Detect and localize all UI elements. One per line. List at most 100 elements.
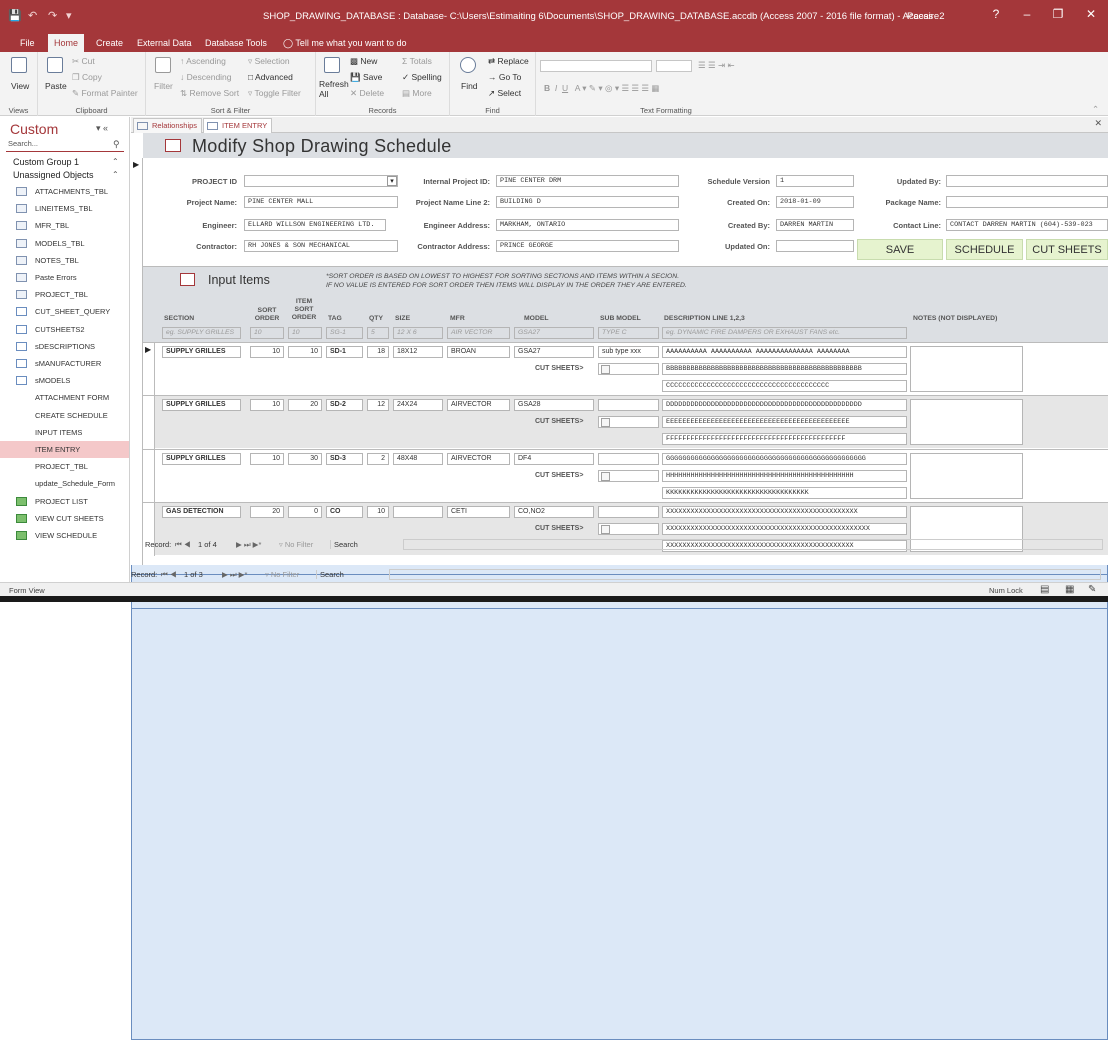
description-line-2[interactable]: EEEEEEEEEEEEEEEEEEEEEEEEEEEEEEEEEEEEEEEE… — [662, 416, 907, 429]
field-sub-model[interactable]: sub type xxx — [598, 346, 659, 358]
tab-create[interactable]: Create — [90, 34, 129, 52]
row-selector[interactable] — [143, 449, 155, 503]
notes-field[interactable] — [910, 399, 1023, 446]
tab-relationships[interactable]: Relationships — [133, 118, 203, 133]
field-item-sort[interactable]: 20 — [288, 399, 322, 412]
field-tag[interactable]: CO — [326, 505, 363, 518]
descending-button[interactable]: ↓ Descending — [180, 72, 232, 82]
field-model[interactable]: DF4 — [514, 452, 594, 465]
cut-sheets-attachment[interactable] — [598, 469, 659, 482]
subform-no-filter[interactable]: ▿ No Filter — [279, 540, 313, 549]
copy-button[interactable]: ❐ Copy — [72, 72, 102, 83]
select-button[interactable]: ↗ Select — [488, 88, 521, 99]
field-tag[interactable]: SD-1 — [326, 346, 363, 358]
totals-button[interactable]: Σ Totals — [402, 56, 432, 66]
font-name-box[interactable] — [540, 60, 652, 72]
updated-on-field[interactable] — [776, 240, 854, 252]
maximize-button[interactable]: ❐ — [1050, 7, 1066, 21]
selection-button[interactable]: ▿ Selection — [248, 56, 290, 67]
filter-button[interactable]: Filter — [154, 81, 173, 91]
created-by-field[interactable]: DARREN MARTIN — [776, 219, 854, 231]
nav-menu-icon[interactable]: ▾ « — [96, 123, 108, 134]
dropdown-arrow-icon[interactable]: ▾ — [387, 176, 397, 186]
field-model[interactable]: GSA27 — [514, 346, 594, 358]
nav-item[interactable]: ATTACHMENT FORM — [0, 389, 1108, 955]
font-size-box[interactable] — [656, 60, 692, 72]
nav-group-unassigned[interactable]: Unassigned Objects — [13, 170, 94, 180]
collapse-icon-2[interactable]: ⌃ — [112, 170, 119, 179]
notes-field[interactable] — [910, 346, 1023, 392]
updated-by-field[interactable] — [946, 175, 1108, 187]
nav-item[interactable]: CUTSHEETS2 — [0, 321, 129, 338]
nav-item[interactable]: sDESCRIPTIONS — [0, 338, 129, 355]
description-line-1[interactable]: AAAAAAAAAA AAAAAAAAAA AAAAAAAAAAAAAA AAA… — [662, 346, 907, 358]
nav-item[interactable]: ATTACHMENTS_TBL — [0, 183, 129, 200]
field-section[interactable]: GAS DETECTION — [162, 505, 241, 518]
description-line-1[interactable]: DDDDDDDDDDDDDDDDDDDDDDDDDDDDDDDDDDDDDDDD… — [662, 399, 907, 412]
more-button[interactable]: ▤ More — [402, 88, 432, 99]
description-line-1[interactable]: XXXXXXXXXXXXXXXXXXXXXXXXXXXXXXXXXXXXXXXX… — [662, 505, 907, 518]
format-painter-button[interactable]: ✎ Format Painter — [72, 88, 138, 99]
nav-item[interactable]: VIEW SCHEDULE — [0, 527, 129, 544]
contractor-address-field[interactable]: PRINCE GEORGE — [496, 240, 679, 252]
advanced-button[interactable]: □ Advanced — [248, 72, 293, 82]
field-size[interactable] — [393, 505, 443, 518]
help-button[interactable]: ? — [988, 7, 1004, 21]
nav-item[interactable]: sMODELS — [0, 372, 129, 389]
field-sort[interactable]: 10 — [250, 346, 284, 358]
list-buttons[interactable]: ☰ ☰ ⇥ ⇤ — [698, 60, 735, 71]
ascending-button[interactable]: ↑ Ascending — [180, 56, 226, 66]
nav-item[interactable]: MFR_TBL — [0, 217, 129, 234]
main-record-pos[interactable]: 1 of 3 — [184, 570, 203, 579]
main-search-box[interactable]: Search — [316, 570, 368, 579]
schedule-button[interactable]: SCHEDULE — [946, 239, 1023, 260]
nav-item[interactable]: ITEM ENTRY — [0, 441, 1108, 1006]
view-button[interactable]: View — [11, 81, 29, 91]
field-sort[interactable]: 10 — [250, 452, 284, 465]
description-line-2[interactable]: BBBBBBBBBBBBBBBBBBBBBBBBBBBBBBBBBBBBBBBB… — [662, 363, 907, 375]
subform-record-pos[interactable]: 1 of 4 — [198, 540, 217, 549]
cut-sheets-attachment[interactable] — [598, 522, 659, 535]
save-record-button[interactable]: 💾 Save — [350, 72, 382, 83]
nav-item[interactable]: Paste Errors — [0, 269, 129, 286]
design-view-icon[interactable]: ✎ — [1088, 584, 1096, 595]
refresh-all-button[interactable]: Refresh All — [319, 79, 349, 99]
main-no-filter[interactable]: ▿ No Filter — [265, 570, 299, 579]
delete-button[interactable]: ✕ Delete — [350, 88, 384, 99]
nav-item[interactable]: sMANUFACTURER — [0, 355, 129, 372]
nav-item[interactable]: update_Schedule_Form — [0, 475, 1108, 1040]
cut-sheets-attachment[interactable] — [598, 363, 659, 375]
close-tab-icon[interactable]: ✕ — [1094, 118, 1102, 129]
minimize-button[interactable]: – — [1019, 7, 1035, 21]
row-selector[interactable]: ▶ — [143, 343, 155, 396]
cut-button[interactable]: ✂ Cut — [72, 56, 95, 67]
collapse-icon[interactable]: ⌃ — [112, 157, 119, 166]
nav-item[interactable]: VIEW CUT SHEETS — [0, 510, 129, 527]
spelling-button[interactable]: ✓ Spelling — [402, 72, 442, 83]
new-button[interactable]: ▩ New — [350, 56, 377, 67]
description-line-2[interactable]: XXXXXXXXXXXXXXXXXXXXXXXXXXXXXXXXXXXXXXXX… — [662, 522, 907, 535]
description-line-3[interactable]: KKKKKKKKKKKKKKKKKKKKKKKKKKKKKKKKKKK — [662, 486, 907, 499]
notes-field[interactable] — [910, 452, 1023, 499]
description-line-3[interactable]: CCCCCCCCCCCCCCCCCCCCCCCCCCCCCCCCCCCCCCCC — [662, 380, 907, 392]
tell-me-box[interactable]: ◯ Tell me what you want to do — [277, 34, 412, 52]
description-line-3[interactable]: FFFFFFFFFFFFFFFFFFFFFFFFFFFFFFFFFFFFFFFF… — [662, 433, 907, 446]
tab-item-entry[interactable]: ITEM ENTRY — [203, 118, 273, 133]
collapse-ribbon-icon[interactable]: ⌃ — [1092, 104, 1099, 115]
bold-italic-underline[interactable]: B I U A ▾ ✎ ▾ ◎ ▾ ☰ ☰ ☰ ▦ — [544, 83, 659, 94]
nav-title[interactable]: Custom — [10, 121, 58, 137]
subform-horizontal-scrollbar[interactable] — [403, 539, 1103, 550]
project-id-combo[interactable] — [244, 175, 398, 187]
project-name-2-field[interactable]: BUILDING D — [496, 196, 679, 208]
nav-group-custom[interactable]: Custom Group 1 — [13, 157, 79, 167]
subform-next-last-new[interactable]: ▶ ⏭ ▶* — [236, 540, 261, 550]
tab-database-tools[interactable]: Database Tools — [199, 34, 273, 52]
description-line-2[interactable]: HHHHHHHHHHHHHHHHHHHHHHHHHHHHHHHHHHHHHHHH… — [662, 469, 907, 482]
nav-search-input[interactable]: Search... — [6, 139, 124, 152]
find-button[interactable]: Find — [461, 81, 478, 91]
field-model[interactable]: CO,NO2 — [514, 505, 594, 518]
cut-sheets-button[interactable]: CUT SHEETS — [1026, 239, 1108, 260]
description-line-1[interactable]: GGGGGGGGGGGGGGGGGGGGGGGGGGGGGGGGGGGGGGGG… — [662, 452, 907, 465]
form-view-icon[interactable]: ▤ — [1040, 584, 1049, 595]
field-sort[interactable]: 10 — [250, 399, 284, 412]
